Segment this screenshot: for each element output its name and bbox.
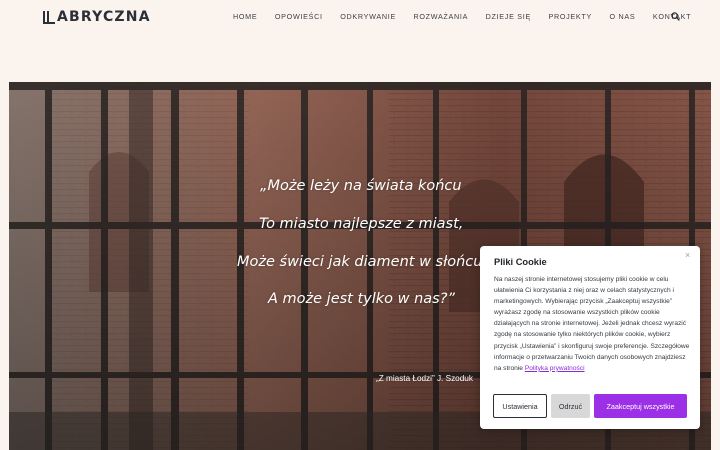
cookie-reject-button[interactable]: Odrzuć [551, 394, 590, 418]
close-icon[interactable]: × [685, 250, 690, 260]
cookie-text-body: Na naszej stronie internetowej stosujemy… [494, 276, 690, 372]
quote-source: „Z miasta Łodzi” J. Szoduk [376, 374, 473, 383]
cookie-title: Pliki Cookie [494, 257, 547, 267]
quote-line-1: „Może leży na świata końcu [260, 178, 462, 194]
nav-home[interactable]: HOME [233, 12, 257, 21]
site-header: ABRYCZNA HOME OPOWIEŚCI ODKRYWANIE ROZWA… [0, 0, 720, 36]
site-logo[interactable]: ABRYCZNA [43, 9, 151, 25]
nav-o-nas[interactable]: O NAS [610, 12, 636, 21]
cookie-description: Na naszej stronie internetowej stosujemy… [494, 274, 692, 374]
quote-line-4: A może jest tylko w nas?” [268, 291, 455, 307]
nav-rozwazania[interactable]: ROZWAŻANIA [413, 12, 468, 21]
nav-dzieje-sie[interactable]: DZIEJE SIĘ [486, 12, 531, 21]
main-nav: HOME OPOWIEŚCI ODKRYWANIE ROZWAŻANIA DZI… [233, 12, 709, 21]
search-icon[interactable] [671, 12, 680, 21]
privacy-policy-link[interactable]: Polityka prywatności [525, 365, 585, 372]
quote-line-3: Może świeci jak diament w słońcu, [237, 254, 488, 270]
cookie-settings-button[interactable]: Ustawienia [493, 394, 547, 418]
quote-line-2: To miasto najlepsze z miast, [259, 216, 464, 232]
cookie-accept-all-button[interactable]: Zaakceptuj wszystkie [594, 394, 687, 418]
cookie-banner: Pliki Cookie × Na naszej stronie interne… [480, 246, 700, 429]
nav-projekty[interactable]: PROJEKTY [548, 12, 592, 21]
nav-odkrywanie[interactable]: ODKRYWANIE [340, 12, 396, 21]
logo-text: ABRYCZNA [57, 9, 151, 25]
logo-mark-icon [43, 10, 55, 24]
nav-opowiesci[interactable]: OPOWIEŚCI [275, 12, 323, 21]
